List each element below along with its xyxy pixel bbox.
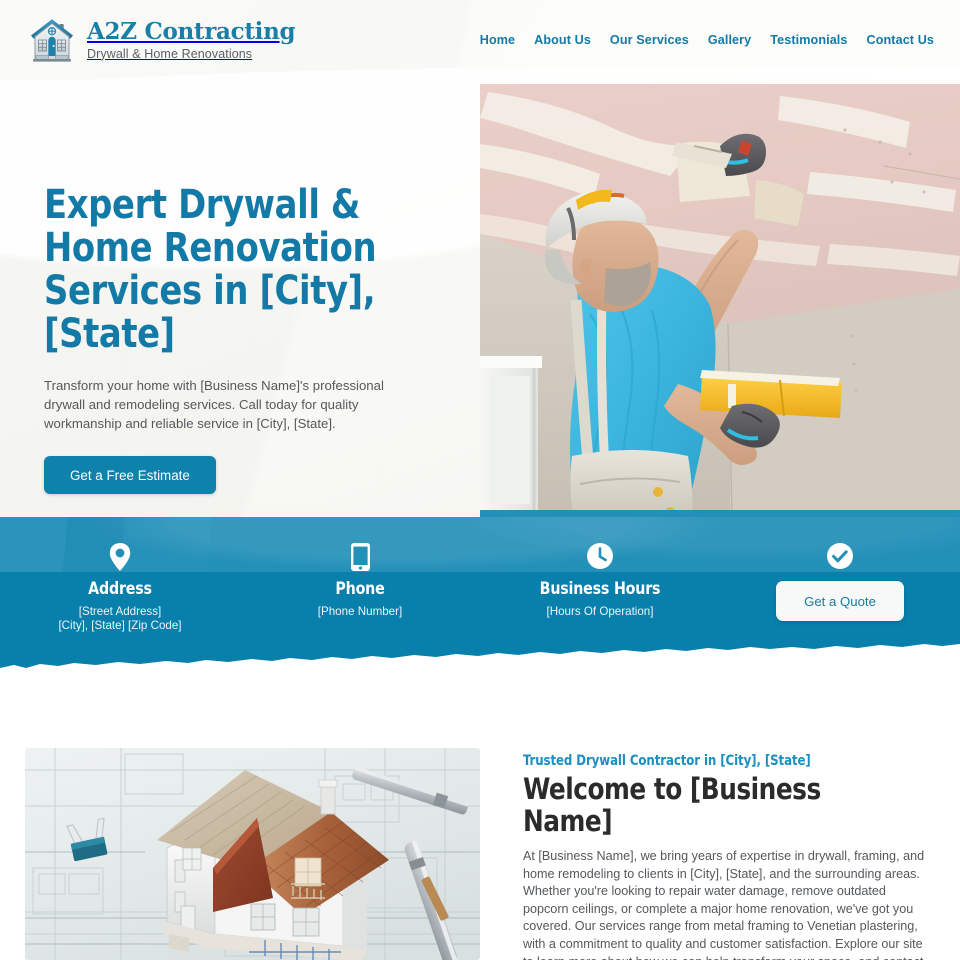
address-lines: [Street Address] [City], [State] [Zip Co… (0, 605, 240, 633)
brand-logo-link[interactable]: A2Z Contracting Drywall & Home Renovatio… (28, 16, 296, 64)
phone-title: Phone (335, 579, 385, 599)
map-pin-icon (0, 543, 240, 571)
about-section: Trusted Drywall Contractor in [City], [S… (0, 748, 960, 960)
nav-item-testimonials[interactable]: Testimonials (770, 33, 847, 47)
info-column-quote: Get a Quote (720, 517, 960, 677)
quote-button-wrapper: Get a Quote (720, 581, 960, 621)
site-header: A2Z Contracting Drywall & Home Renovatio… (0, 0, 960, 80)
hero-copy: Expert Drywall & Home Renovation Service… (44, 184, 444, 494)
nav-item-home[interactable]: Home (480, 33, 515, 47)
mobile-phone-icon (240, 543, 480, 571)
about-body: At [Business Name], we bring years of ex… (523, 849, 925, 960)
hero-title: Expert Drywall & Home Renovation Service… (44, 182, 377, 357)
check-circle-icon (720, 543, 960, 569)
nav-item-our-services[interactable]: Our Services (610, 33, 689, 47)
hero-section: Expert Drywall & Home Renovation Service… (0, 80, 960, 517)
hours-title: Business Hours (539, 579, 661, 599)
brand-name: A2Z Contracting (87, 17, 296, 45)
landing-page: A2Z Contracting Drywall & Home Renovatio… (0, 0, 960, 960)
clock-icon (480, 543, 720, 569)
about-image (25, 748, 480, 960)
about-title: Welcome to [Business Name] (523, 772, 821, 838)
hero-subtitle: Transform your home with [Business Name]… (44, 378, 384, 431)
address-title: Address (88, 579, 152, 599)
info-column-hours: Business Hours [Hours Of Operation] (480, 517, 720, 677)
brand-tagline: Drywall & Home Renovations (87, 46, 253, 61)
info-bar-columns: Address [Street Address] [City], [State]… (0, 517, 960, 677)
primary-navigation: Home About Us Our Services Gallery Testi… (480, 33, 934, 47)
hours-line-1: [Hours Of Operation] (546, 605, 654, 618)
model-house-blueprint-photo (25, 748, 480, 960)
nav-item-contact-us[interactable]: Contact Us (867, 33, 934, 47)
drywall-worker-photo (480, 84, 960, 517)
brand-text: A2Z Contracting Drywall & Home Renovatio… (87, 17, 296, 61)
hours-lines: [Hours Of Operation] (480, 605, 720, 619)
nav-item-about-us[interactable]: About Us (534, 33, 591, 47)
house-icon (31, 19, 73, 62)
about-copy: Trusted Drywall Contractor in [City], [S… (523, 753, 933, 960)
address-line-1: [Street Address] (78, 605, 162, 618)
get-free-estimate-button[interactable]: Get a Free Estimate (44, 456, 216, 494)
about-eyebrow: Trusted Drywall Contractor in [City], [S… (523, 753, 811, 769)
info-column-address: Address [Street Address] [City], [State]… (0, 517, 240, 677)
phone-lines: [Phone Number] (240, 605, 480, 619)
info-column-phone: Phone [Phone Number] (240, 517, 480, 677)
nav-item-gallery[interactable]: Gallery (708, 33, 751, 47)
phone-line-1: [Phone Number] (317, 605, 403, 618)
info-bar: Address [Street Address] [City], [State]… (0, 517, 960, 678)
hero-image (480, 84, 960, 517)
get-a-quote-button[interactable]: Get a Quote (776, 581, 904, 621)
address-line-2: [City], [State] [Zip Code] (58, 619, 182, 632)
